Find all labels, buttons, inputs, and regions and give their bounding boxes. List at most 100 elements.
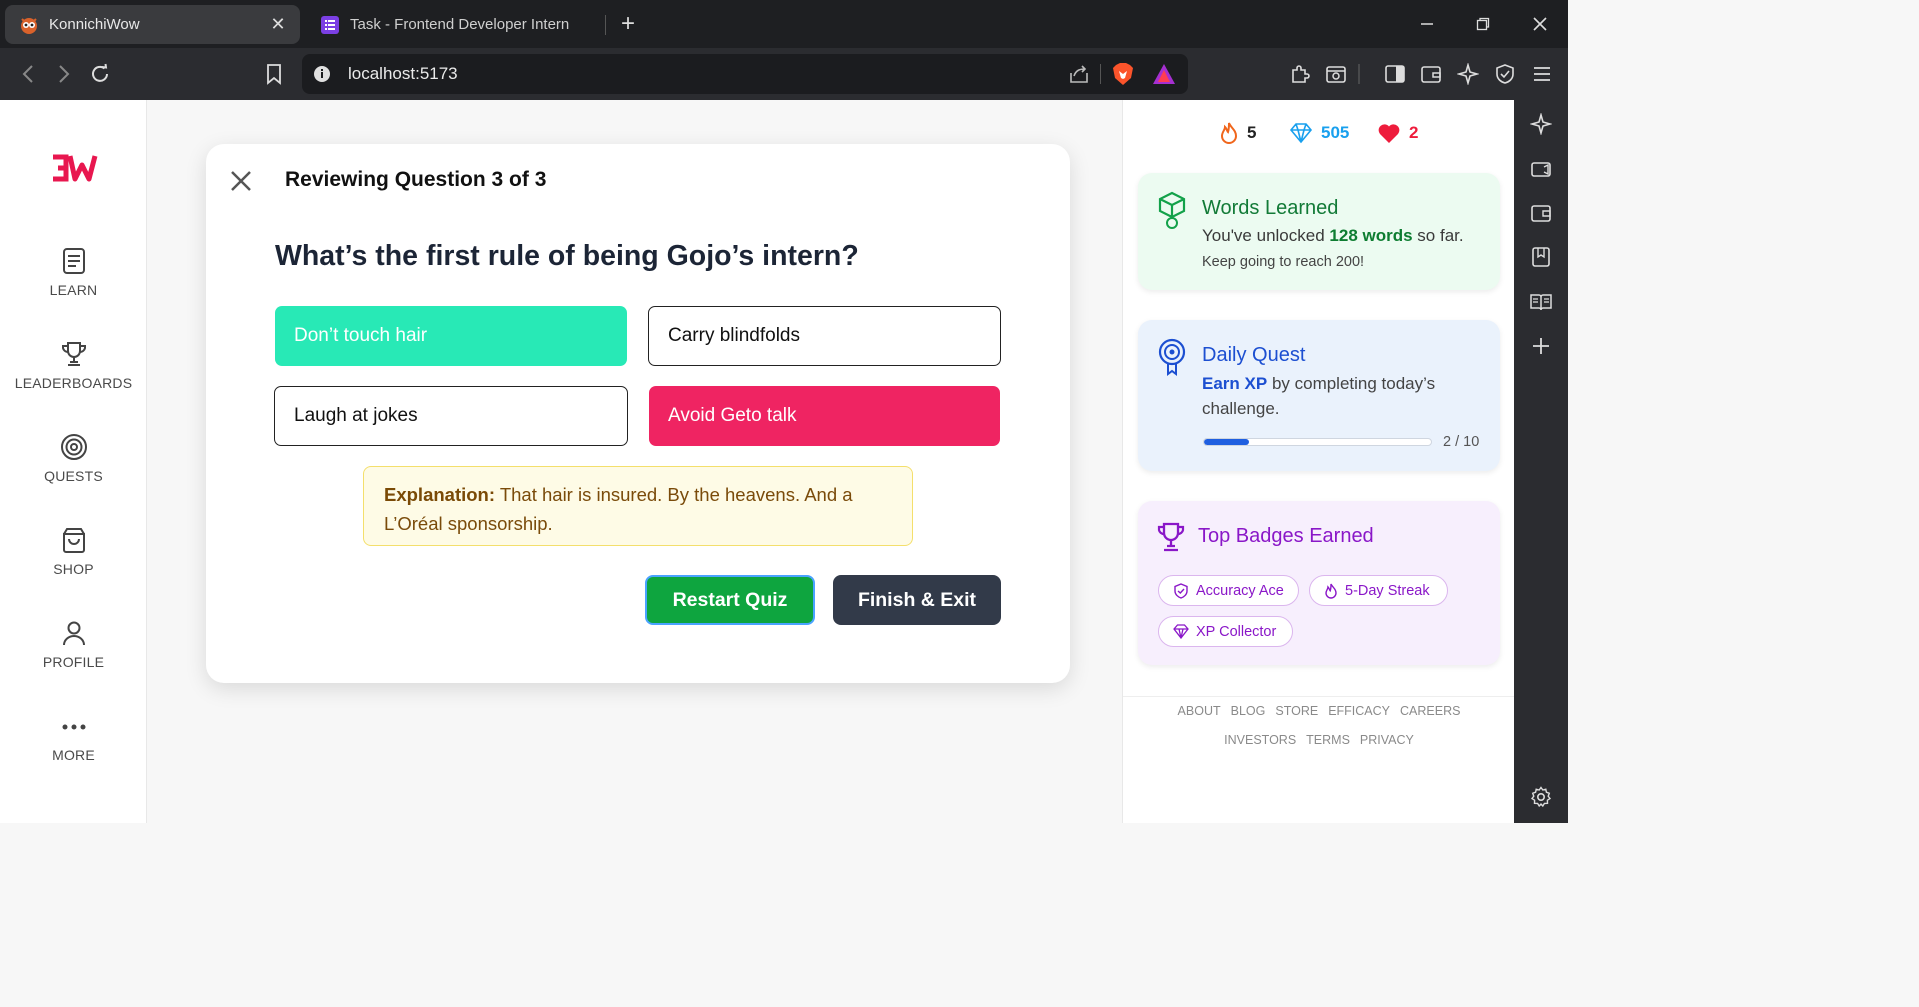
trophy-icon xyxy=(59,339,89,369)
trophy-icon xyxy=(1156,521,1186,553)
leo-ai-icon[interactable] xyxy=(1454,60,1482,88)
konnichiwow-logo[interactable] xyxy=(50,153,98,183)
words-learned-goal: Keep going to reach 200! xyxy=(1202,254,1365,270)
close-icon[interactable] xyxy=(228,168,254,194)
close-window-icon[interactable] xyxy=(1520,8,1560,40)
shopping-bag-icon xyxy=(59,525,89,555)
badge-chip[interactable]: 5-Day Streak xyxy=(1309,575,1448,606)
tab-konnichiwow[interactable]: KonnichiWow ✕ xyxy=(5,5,300,44)
finish-exit-button[interactable]: Finish & Exit xyxy=(833,575,1001,625)
tab-close-icon[interactable]: ✕ xyxy=(268,14,288,35)
settings-gear-icon[interactable] xyxy=(1529,785,1553,809)
nav-label: MORE xyxy=(52,747,95,763)
footer-link-privacy[interactable]: PRIVACY xyxy=(1360,733,1414,747)
restart-quiz-button[interactable]: Restart Quiz xyxy=(645,575,815,625)
url-divider xyxy=(1100,64,1101,84)
nav-item-profile[interactable]: PROFILE xyxy=(0,618,147,670)
nav-item-shop[interactable]: SHOP xyxy=(0,525,147,577)
footer-link-blog[interactable]: BLOG xyxy=(1231,704,1266,718)
brave-shields-icon[interactable] xyxy=(1112,62,1134,86)
sidebar-toggle-icon[interactable] xyxy=(1381,60,1409,88)
footer-link-careers[interactable]: CAREERS xyxy=(1400,704,1460,718)
new-tab-plus-icon[interactable]: + xyxy=(614,10,642,38)
nav-item-quests[interactable]: QUESTS xyxy=(0,432,147,484)
diamond-icon xyxy=(1289,123,1313,144)
summary-suffix: so far. xyxy=(1417,226,1464,245)
wallet-icon[interactable] xyxy=(1417,60,1445,88)
daily-quest-title: Daily Quest xyxy=(1202,344,1306,366)
explanation-label: Explanation: xyxy=(384,484,496,505)
hearts-count: 2 xyxy=(1409,123,1419,142)
leo-ai-icon[interactable] xyxy=(1529,112,1553,136)
badge-chip[interactable]: Accuracy Ace xyxy=(1158,575,1299,606)
footer-links-row: ABOUT BLOG STORE EFFICACY CAREERS xyxy=(1123,704,1515,718)
owl-favicon-icon xyxy=(19,15,39,35)
gems-stat[interactable]: 505 xyxy=(1289,120,1349,146)
option-label: Carry blindfolds xyxy=(668,325,800,346)
reading-list-icon[interactable] xyxy=(1529,290,1553,314)
target-icon xyxy=(59,432,89,462)
add-panel-plus-icon[interactable] xyxy=(1529,334,1553,358)
back-arrow-icon[interactable] xyxy=(14,60,42,88)
footer-link-about[interactable]: ABOUT xyxy=(1178,704,1221,718)
quest-progress-bar xyxy=(1203,438,1432,446)
tab-task[interactable]: Task - Frontend Developer Intern xyxy=(306,5,606,44)
option-label: Laugh at jokes xyxy=(294,405,418,426)
wallet-icon[interactable] xyxy=(1529,201,1553,225)
streak-stat[interactable]: 5 xyxy=(1219,120,1256,146)
review-progress-title: Reviewing Question 3 of 3 xyxy=(285,168,547,191)
badge-label: XP Collector xyxy=(1196,623,1277,640)
vpn-shield-icon[interactable] xyxy=(1491,60,1519,88)
address-bar[interactable]: localhost:5173 xyxy=(302,54,1188,94)
answer-option[interactable]: Laugh at jokes xyxy=(274,386,628,446)
nav-label: SHOP xyxy=(53,561,94,577)
quest-progress-text: 2 / 10 xyxy=(1443,434,1480,450)
brave-rewards-icon[interactable] xyxy=(1152,63,1176,85)
footer-link-terms[interactable]: TERMS xyxy=(1306,733,1350,747)
talk-video-icon[interactable] xyxy=(1529,157,1553,181)
footer-link-store[interactable]: STORE xyxy=(1275,704,1318,718)
target-medal-icon xyxy=(1156,338,1188,378)
daily-quest-description: Earn XP by completing today’s challenge. xyxy=(1202,371,1482,421)
answer-option-correct[interactable]: Don’t touch hair xyxy=(275,306,627,366)
restore-icon[interactable] xyxy=(1463,8,1503,40)
answer-option-wrong[interactable]: Avoid Geto talk xyxy=(649,386,1000,446)
tab-title: Task - Frontend Developer Intern xyxy=(350,16,570,33)
right-panel: 5 505 2 Words Learned You've unlocked 12… xyxy=(1122,100,1515,823)
bookmarks-icon[interactable] xyxy=(1529,245,1553,269)
words-learned-summary: You've unlocked 128 words so far. xyxy=(1202,226,1464,246)
forward-arrow-icon[interactable] xyxy=(50,60,78,88)
footer-divider xyxy=(1123,696,1515,697)
tab-title: KonnichiWow xyxy=(49,16,140,33)
site-info-icon[interactable] xyxy=(312,64,332,84)
forms-favicon-icon xyxy=(320,15,340,35)
nav-item-learn[interactable]: LEARN xyxy=(0,246,147,298)
footer-link-investors[interactable]: INVESTORS xyxy=(1224,733,1296,747)
earn-xp-label: Earn XP xyxy=(1202,374,1268,393)
flame-icon xyxy=(1325,583,1337,599)
screenshot-search-icon[interactable] xyxy=(1322,60,1350,88)
browser-tab-bar: KonnichiWow ✕ Task - Frontend Developer … xyxy=(0,0,1568,48)
minimize-icon[interactable] xyxy=(1407,8,1447,40)
hearts-stat[interactable]: 2 xyxy=(1377,120,1418,146)
answer-option[interactable]: Carry blindfolds xyxy=(648,306,1001,366)
footer-link-efficacy[interactable]: EFFICACY xyxy=(1328,704,1390,718)
top-badges-card: Top Badges Earned Accuracy Ace 5-Day Str… xyxy=(1138,501,1500,665)
nav-item-leaderboards[interactable]: LEADERBOARDS xyxy=(0,339,147,391)
heart-icon xyxy=(1378,124,1400,143)
reload-icon[interactable] xyxy=(86,60,114,88)
daily-quest-card[interactable]: Daily Quest Earn XP by completing today’… xyxy=(1138,320,1500,471)
bookmark-icon[interactable] xyxy=(260,60,288,88)
nav-label: LEADERBOARDS xyxy=(14,375,133,391)
menu-hamburger-icon[interactable] xyxy=(1528,60,1556,88)
extensions-puzzle-icon[interactable] xyxy=(1286,60,1314,88)
question-text: What’s the first rule of being Gojo’s in… xyxy=(275,240,859,272)
share-icon[interactable] xyxy=(1068,63,1090,85)
url-text: localhost:5173 xyxy=(348,64,458,83)
quiz-review-card: Reviewing Question 3 of 3 What’s the fir… xyxy=(206,144,1070,683)
nav-label: LEARN xyxy=(49,282,98,298)
user-icon xyxy=(59,618,89,648)
nav-item-more[interactable]: MORE xyxy=(0,711,147,763)
badge-label: 5-Day Streak xyxy=(1345,582,1430,599)
badge-chip[interactable]: XP Collector xyxy=(1158,616,1293,647)
